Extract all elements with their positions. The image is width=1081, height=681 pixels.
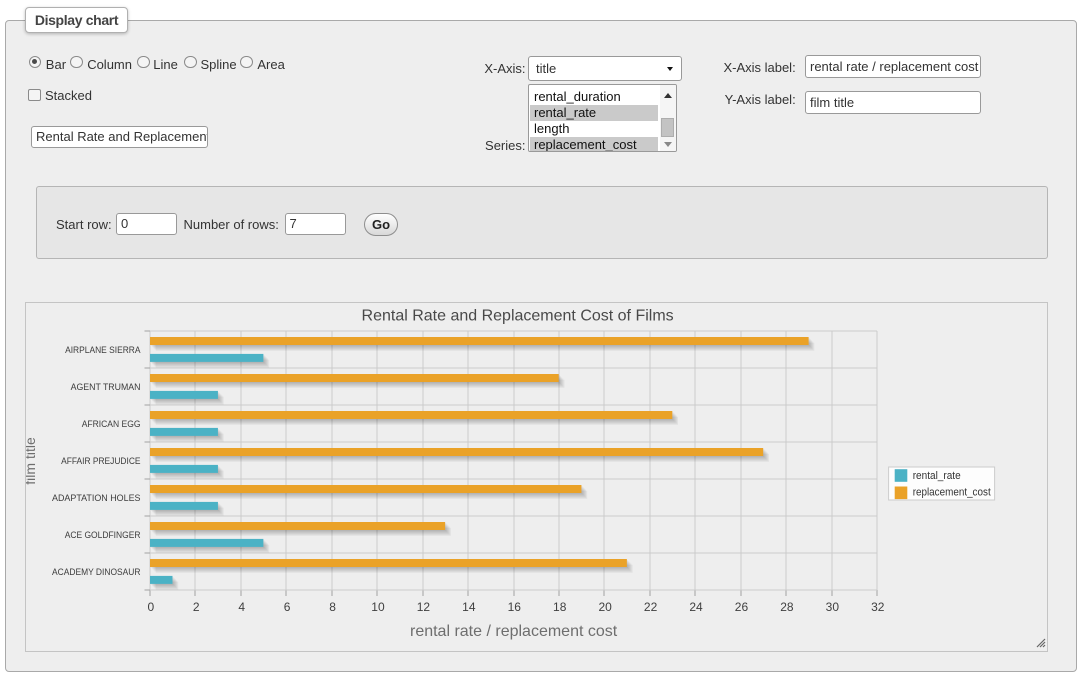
svg-text:rental rate / replacement cost: rental rate / replacement cost	[410, 623, 618, 640]
svg-text:4: 4	[238, 600, 245, 614]
svg-text:30: 30	[826, 600, 840, 614]
svg-text:8: 8	[329, 600, 336, 614]
svg-text:AGENT TRUMAN: AGENT TRUMAN	[71, 382, 141, 392]
svg-text:AFRICAN EGG: AFRICAN EGG	[82, 419, 141, 429]
svg-text:16: 16	[508, 600, 522, 614]
svg-text:28: 28	[780, 600, 794, 614]
svg-text:ACADEMY DINOSAUR: ACADEMY DINOSAUR	[52, 567, 141, 577]
svg-text:10: 10	[371, 600, 385, 614]
svg-text:ADAPTATION HOLES: ADAPTATION HOLES	[52, 493, 141, 503]
svg-text:film title: film title	[26, 437, 38, 485]
svg-text:22: 22	[644, 600, 658, 614]
svg-text:rental_rate: rental_rate	[913, 470, 961, 482]
svg-text:12: 12	[417, 600, 431, 614]
svg-text:32: 32	[871, 600, 885, 614]
svg-text:2: 2	[193, 600, 200, 614]
svg-text:18: 18	[553, 600, 567, 614]
svg-text:20: 20	[598, 600, 612, 614]
svg-text:AFFAIR PREJUDICE: AFFAIR PREJUDICE	[61, 456, 140, 466]
svg-text:Rental Rate and Replacement Co: Rental Rate and Replacement Cost of Film…	[362, 308, 674, 325]
svg-text:0: 0	[147, 600, 154, 614]
svg-text:AIRPLANE SIERRA: AIRPLANE SIERRA	[65, 345, 140, 355]
svg-text:14: 14	[462, 600, 476, 614]
svg-text:26: 26	[735, 600, 749, 614]
svg-text:ACE GOLDFINGER: ACE GOLDFINGER	[65, 530, 141, 540]
svg-text:replacement_cost: replacement_cost	[913, 487, 991, 499]
svg-text:24: 24	[689, 600, 703, 614]
svg-text:6: 6	[284, 600, 291, 614]
